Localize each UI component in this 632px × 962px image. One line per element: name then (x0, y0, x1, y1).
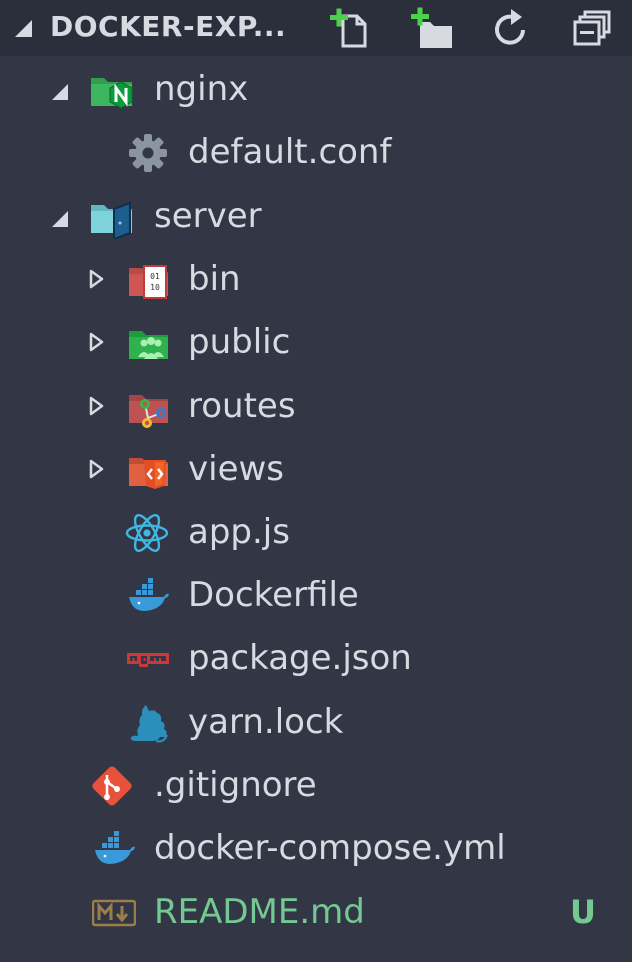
svg-text:10: 10 (150, 283, 160, 292)
markdown-icon (92, 899, 136, 927)
routes-folder-icon (129, 395, 168, 428)
gear-icon (129, 134, 167, 172)
views-folder-icon (129, 458, 168, 489)
collapsed-triangle-icon[interactable] (86, 459, 106, 479)
git-status-badge: U (570, 893, 596, 931)
new-file-button[interactable] (326, 6, 372, 50)
tree-item-server[interactable]: server (0, 185, 632, 249)
tree-item-label: public (188, 322, 291, 362)
new-file-icon (330, 8, 367, 48)
tree-item-label: nginx (154, 69, 249, 109)
tree-item-yarn-lock[interactable]: yarn.lock (0, 691, 632, 755)
collapsed-triangle-icon[interactable] (86, 396, 106, 416)
tree-item-label: yarn.lock (188, 702, 344, 742)
tree-item-views[interactable]: views (0, 438, 632, 502)
expanded-triangle-icon[interactable] (50, 209, 70, 229)
tree-item-label: package.json (188, 638, 412, 678)
collapse-all-icon (573, 10, 611, 46)
tree-item-label: default.conf (188, 132, 392, 172)
explorer-header[interactable]: DOCKER-EXP... (0, 0, 632, 56)
tree-item-nginx[interactable]: nginx (0, 58, 632, 122)
npm-icon (127, 653, 169, 667)
explorer-title: DOCKER-EXP... (50, 10, 287, 43)
tree-item-package-json[interactable]: package.json (0, 627, 632, 691)
bin-folder-icon: 01 10 (129, 265, 168, 299)
svg-text:01: 01 (150, 272, 160, 281)
tree-item-label: app.js (188, 512, 290, 552)
tree-item-label: views (188, 449, 285, 489)
server-folder-icon (91, 201, 132, 239)
tree-item-label: routes (188, 386, 296, 426)
public-folder-icon (129, 331, 168, 359)
tree-item-app-js[interactable]: app.js (0, 501, 632, 565)
docker-icon (95, 831, 135, 864)
refresh-button[interactable] (488, 6, 534, 50)
tree-item-bin[interactable]: 01 10 bin (0, 248, 632, 312)
tree-item-readme-md[interactable]: README.md U (0, 881, 632, 945)
tree-item-label: README.md (154, 892, 365, 932)
tree-item-dockerfile[interactable]: Dockerfile (0, 564, 632, 628)
docker-icon (129, 578, 169, 611)
collapsed-triangle-icon[interactable] (86, 269, 106, 289)
tree-item-routes[interactable]: routes (0, 375, 632, 439)
react-icon (125, 514, 169, 552)
expanded-triangle-icon[interactable] (50, 82, 70, 102)
tree-item-label: .gitignore (154, 765, 317, 805)
tree-item-label: bin (188, 259, 241, 299)
refresh-icon (495, 9, 525, 45)
tree-item-label: Dockerfile (188, 575, 359, 615)
collapsed-triangle-icon[interactable] (86, 332, 106, 352)
tree-item-label: docker-compose.yml (154, 828, 506, 868)
tree-item-label: server (154, 196, 262, 236)
file-explorer: DOCKER-EXP... nginx default.conf server … (0, 0, 632, 962)
nginx-folder-icon (91, 78, 133, 109)
collapse-triangle-icon[interactable] (12, 17, 34, 39)
collapse-all-button[interactable] (570, 6, 616, 50)
new-folder-icon (411, 7, 452, 48)
tree-item-public[interactable]: public (0, 311, 632, 375)
tree-item-docker-compose-yml[interactable]: docker-compose.yml (0, 817, 632, 881)
new-folder-button[interactable] (408, 6, 454, 50)
git-icon (92, 766, 132, 806)
tree-item-default-conf[interactable]: default.conf (0, 121, 632, 185)
tree-item-gitignore[interactable]: .gitignore (0, 754, 632, 818)
yarn-icon (130, 705, 168, 743)
